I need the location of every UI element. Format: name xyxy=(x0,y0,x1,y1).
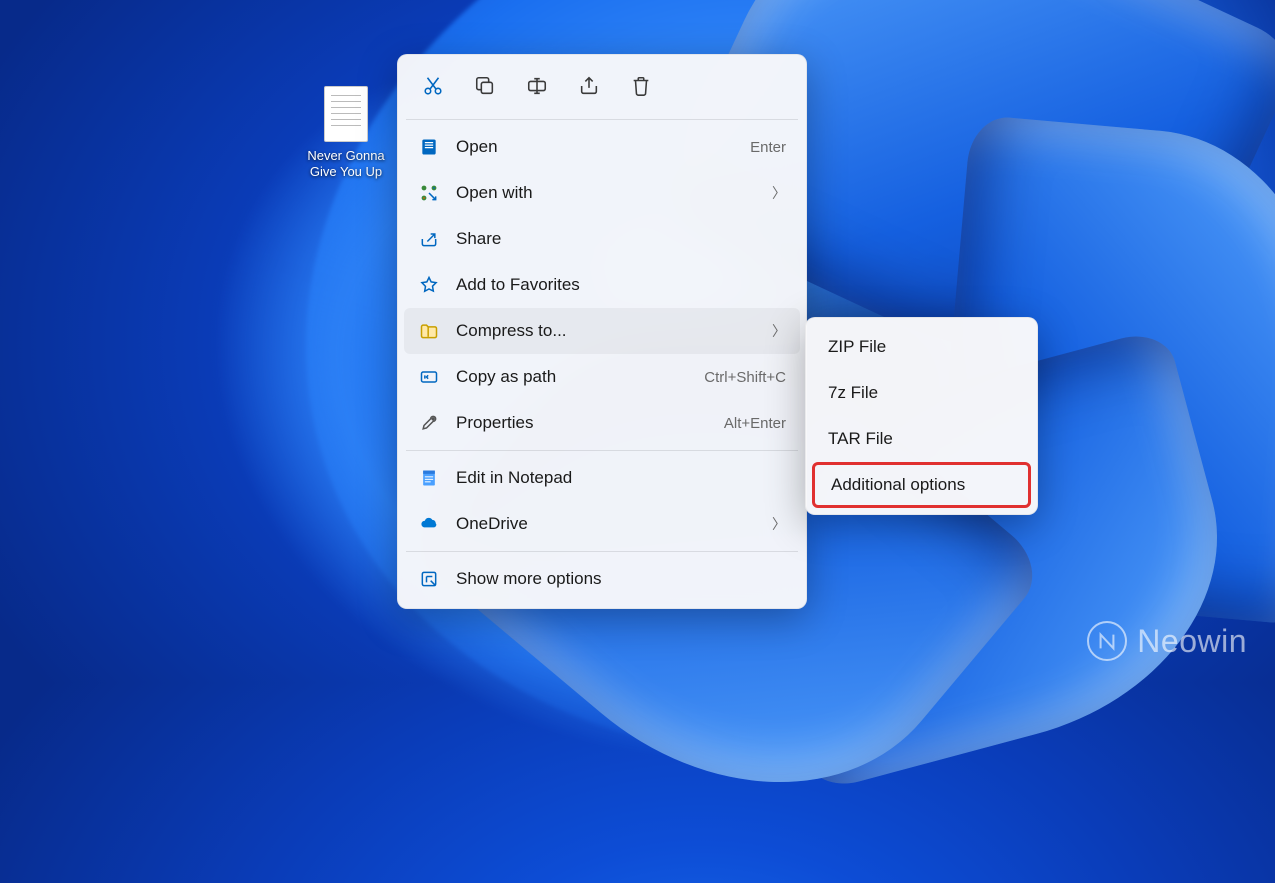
submenu-label: Additional options xyxy=(831,475,965,495)
chevron-right-icon: 〉 xyxy=(772,321,786,341)
submenu-label: 7z File xyxy=(828,383,878,403)
copy-icon xyxy=(474,75,496,97)
compress-icon xyxy=(418,320,440,342)
menu-item-properties[interactable]: Properties Alt+Enter xyxy=(404,400,800,446)
divider xyxy=(406,119,798,120)
menu-item-notepad[interactable]: Edit in Notepad xyxy=(404,455,800,501)
menu-label: Add to Favorites xyxy=(456,275,786,295)
menu-item-favorites[interactable]: Add to Favorites xyxy=(404,262,800,308)
share-icon xyxy=(418,228,440,250)
watermark: Neowin xyxy=(1087,621,1247,661)
divider xyxy=(406,551,798,552)
context-menu: Open Enter Open with 〉 Share Add to Favo… xyxy=(397,54,807,609)
desktop-file-label: Never Gonna Give You Up xyxy=(296,148,396,180)
menu-item-compress[interactable]: Compress to... 〉 xyxy=(404,308,800,354)
properties-icon xyxy=(418,412,440,434)
menu-shortcut: Ctrl+Shift+C xyxy=(704,369,786,386)
menu-item-copy-path[interactable]: Copy as path Ctrl+Shift+C xyxy=(404,354,800,400)
rename-button[interactable] xyxy=(516,67,558,105)
chevron-right-icon: 〉 xyxy=(772,183,786,203)
menu-label: Edit in Notepad xyxy=(456,468,786,488)
compress-submenu: ZIP File 7z File TAR File Additional opt… xyxy=(805,317,1038,515)
submenu-label: TAR File xyxy=(828,429,893,449)
rename-icon xyxy=(526,75,548,97)
menu-item-share[interactable]: Share xyxy=(404,216,800,262)
menu-label: Show more options xyxy=(456,569,786,589)
menu-label: OneDrive xyxy=(456,514,764,534)
open-icon xyxy=(418,136,440,158)
share-action-button[interactable] xyxy=(568,67,610,105)
text-file-icon xyxy=(324,86,368,142)
submenu-item-7z[interactable]: 7z File xyxy=(812,370,1031,416)
menu-item-onedrive[interactable]: OneDrive 〉 xyxy=(404,501,800,547)
action-bar xyxy=(404,61,800,115)
chevron-right-icon: 〉 xyxy=(772,514,786,534)
menu-shortcut: Alt+Enter xyxy=(724,415,786,432)
menu-label: Compress to... xyxy=(456,321,764,341)
menu-item-open[interactable]: Open Enter xyxy=(404,124,800,170)
watermark-text: Neowin xyxy=(1137,623,1247,660)
submenu-item-additional[interactable]: Additional options xyxy=(812,462,1031,508)
star-icon xyxy=(418,274,440,296)
desktop-file[interactable]: Never Gonna Give You Up xyxy=(296,86,396,180)
divider xyxy=(406,450,798,451)
submenu-item-zip[interactable]: ZIP File xyxy=(812,324,1031,370)
menu-label: Copy as path xyxy=(456,367,704,387)
cut-button[interactable] xyxy=(412,67,454,105)
watermark-logo-icon xyxy=(1087,621,1127,661)
menu-label: Open with xyxy=(456,183,764,203)
onedrive-icon xyxy=(418,513,440,535)
more-icon xyxy=(418,568,440,590)
menu-shortcut: Enter xyxy=(750,139,786,156)
delete-icon xyxy=(630,75,652,97)
menu-item-open-with[interactable]: Open with 〉 xyxy=(404,170,800,216)
menu-label: Open xyxy=(456,137,750,157)
submenu-label: ZIP File xyxy=(828,337,886,357)
share-action-icon xyxy=(578,75,600,97)
open-with-icon xyxy=(418,182,440,204)
menu-label: Share xyxy=(456,229,786,249)
copy-button[interactable] xyxy=(464,67,506,105)
menu-label: Properties xyxy=(456,413,724,433)
notepad-icon xyxy=(418,467,440,489)
delete-button[interactable] xyxy=(620,67,662,105)
copy-path-icon xyxy=(418,366,440,388)
submenu-item-tar[interactable]: TAR File xyxy=(812,416,1031,462)
cut-icon xyxy=(422,75,444,97)
menu-item-more-options[interactable]: Show more options xyxy=(404,556,800,602)
